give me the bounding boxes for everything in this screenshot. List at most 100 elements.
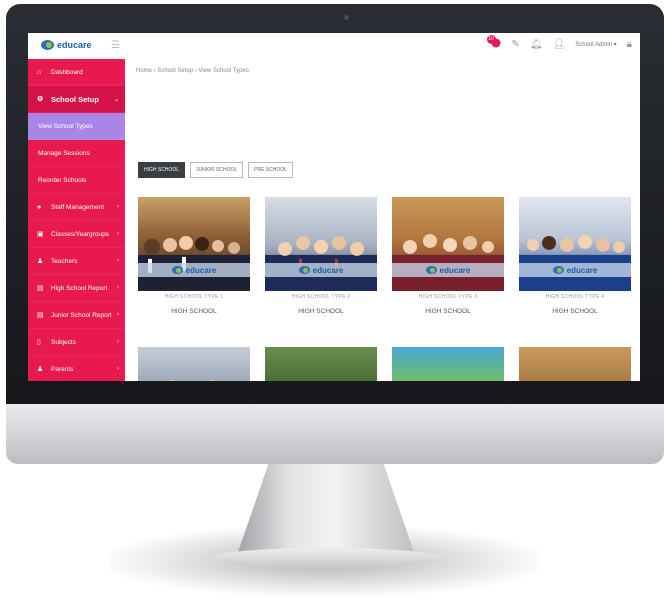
sidebar: ⌂ Dashboard ⚙ School Setup ⌄ View School…	[28, 59, 125, 381]
screen: educare ☰ 10 ✎ 🔔︎ 👤︎ School Admin ▾ 🔒︎ ⌂…	[28, 33, 640, 381]
monitor-stand-base	[210, 548, 442, 568]
sidebar-item-label: Staff Management	[51, 203, 104, 211]
logo-mark-icon	[425, 266, 437, 274]
school-type-card[interactable]: educare HIGH SCHOOL TYPE 3 HIGH SCHOOL	[392, 197, 504, 315]
sidebar-item-label: Teachers	[51, 257, 78, 265]
sidebar-item-label: Parents	[51, 365, 74, 373]
school-photo: educare	[265, 197, 377, 291]
sidebar-item-school-setup[interactable]: ⚙ School Setup ⌄	[28, 86, 125, 113]
users-icon: ♟	[37, 366, 44, 373]
menu-toggle-icon[interactable]: ☰	[111, 40, 120, 51]
school-photo	[392, 347, 504, 381]
school-category-label: HIGH SCHOOL	[552, 308, 598, 315]
top-bar: educare ☰ 10 ✎ 🔔︎ 👤︎ School Admin ▾ 🔒︎	[28, 33, 640, 60]
sidebar-item-teachers[interactable]: ♟ Teachers ›	[28, 248, 125, 275]
school-type-label: HIGH SCHOOL TYPE 2	[291, 294, 351, 300]
notification-icon[interactable]: 10	[486, 35, 502, 51]
school-type-card[interactable]	[138, 347, 250, 381]
sidebar-item-parents[interactable]: ♟ Parents ›	[28, 356, 125, 381]
monitor-chin	[6, 404, 664, 464]
watermark-text: educare	[439, 265, 471, 275]
tab-high-school[interactable]: HIGH SCHOOL	[138, 162, 186, 178]
sidebar-item-label: View School Types	[38, 122, 93, 130]
monitor-stand-neck	[236, 464, 416, 558]
tab-junior-school[interactable]: JUNIOR SCHOOL	[190, 162, 244, 178]
school-category-label: HIGH SCHOOL	[298, 308, 344, 315]
sidebar-item-junior-school-report[interactable]: ▤ Junior School Report ›	[28, 302, 125, 329]
camera-dot	[344, 15, 349, 20]
students-photo	[265, 236, 377, 291]
chevron-down-icon: ⌄	[113, 96, 119, 103]
sidebar-item-label: High School Report	[51, 284, 108, 292]
chevron-right-icon: ›	[117, 366, 119, 372]
edit-icon[interactable]: ✎	[512, 39, 520, 50]
home-icon: ⌂	[37, 68, 42, 76]
sidebar-item-subjects[interactable]: ▯ Subjects ›	[28, 329, 125, 356]
school-type-card[interactable]	[265, 347, 377, 381]
logo-mark-icon	[41, 40, 54, 50]
logo-watermark: educare	[138, 263, 250, 277]
watermark-text: educare	[312, 265, 344, 275]
user-icon: 👤︎	[552, 39, 566, 50]
sidebar-item-label: Reorder Schools	[38, 176, 87, 184]
students-photo	[265, 375, 377, 381]
lock-icon[interactable]: 🔒︎	[627, 39, 632, 50]
school-type-card[interactable]: educare HIGH SCHOOL TYPE 4 HIGH SCHOOL	[519, 197, 631, 315]
user-icon: ●	[37, 203, 42, 211]
students-photo	[392, 375, 504, 381]
sidebar-item-label: School Setup	[51, 94, 99, 104]
sidebar-item-view-school-types[interactable]: View School Types	[28, 113, 125, 140]
school-photo: educare	[392, 197, 504, 291]
school-type-label: HIGH SCHOOL TYPE 4	[545, 294, 605, 300]
gear-icon: ⚙	[37, 96, 44, 103]
chevron-right-icon: ›	[117, 285, 119, 291]
school-type-card[interactable]: educare HIGH SCHOOL TYPE 1 HIGH SCHOOL	[138, 197, 250, 315]
chevron-right-icon: ›	[117, 258, 119, 264]
school-photo: educare	[138, 197, 250, 291]
logo-text: educare	[57, 40, 92, 50]
tab-pre-school[interactable]: PRE SCHOOL	[248, 162, 293, 178]
sidebar-item-label: Junior School Report	[51, 311, 112, 319]
bell-icon[interactable]: 🔔︎	[530, 39, 543, 50]
users-icon: ♟	[37, 258, 44, 265]
school-type-card[interactable]: educare HIGH SCHOOL TYPE 2 HIGH SCHOOL	[265, 197, 377, 315]
school-type-label: HIGH SCHOOL TYPE 3	[418, 294, 478, 300]
sidebar-item-staff-management[interactable]: ● Staff Management ›	[28, 194, 125, 221]
students-photo	[519, 375, 631, 381]
watermark-text: educare	[185, 265, 217, 275]
sidebar-item-label: Classes/Yeargroups	[51, 230, 109, 238]
logo-mark-icon	[171, 266, 183, 274]
school-type-label: HIGH SCHOOL TYPE 1	[164, 294, 224, 300]
file-icon: ▯	[37, 339, 41, 346]
sidebar-item-reorder-schools[interactable]: Reorder Schools	[28, 167, 125, 194]
school-type-card[interactable]	[519, 347, 631, 381]
watermark-text: educare	[566, 265, 598, 275]
school-type-tabs: HIGH SCHOOL JUNIOR SCHOOL PRE SCHOOL	[138, 162, 293, 178]
students-photo	[392, 234, 504, 291]
school-type-card[interactable]	[392, 347, 504, 381]
students-photo	[138, 236, 250, 291]
sidebar-item-high-school-report[interactable]: ▤ High School Report ›	[28, 275, 125, 302]
logo-mark-icon	[298, 266, 310, 274]
logo-watermark: educare	[265, 263, 377, 277]
sidebar-item-classes[interactable]: ▣ Classes/Yeargroups ›	[28, 221, 125, 248]
sidebar-item-manage-sessions[interactable]: Manage Sessions	[28, 140, 125, 167]
report-icon: ▤	[37, 285, 44, 292]
report-icon: ▤	[37, 312, 44, 319]
book-icon: ▣	[37, 231, 44, 238]
students-photo	[168, 380, 216, 381]
logo-mark-icon	[552, 266, 564, 274]
sidebar-item-dashboard[interactable]: ⌂ Dashboard	[28, 59, 125, 86]
top-bar-actions: 10 ✎ 🔔︎ 👤︎ School Admin ▾ 🔒︎	[486, 35, 632, 51]
user-menu[interactable]: School Admin ▾	[575, 41, 616, 48]
app-logo[interactable]: educare	[41, 40, 92, 50]
notification-badge: 10	[486, 35, 496, 44]
chevron-right-icon: ›	[117, 312, 119, 318]
school-category-label: HIGH SCHOOL	[171, 308, 217, 315]
sidebar-item-label: Dashboard	[51, 68, 83, 76]
logo-watermark: educare	[519, 263, 631, 277]
chevron-right-icon: ›	[117, 339, 119, 345]
school-photo	[265, 347, 377, 381]
school-category-label: HIGH SCHOOL	[425, 308, 471, 315]
sidebar-item-label: Manage Sessions	[38, 149, 90, 157]
